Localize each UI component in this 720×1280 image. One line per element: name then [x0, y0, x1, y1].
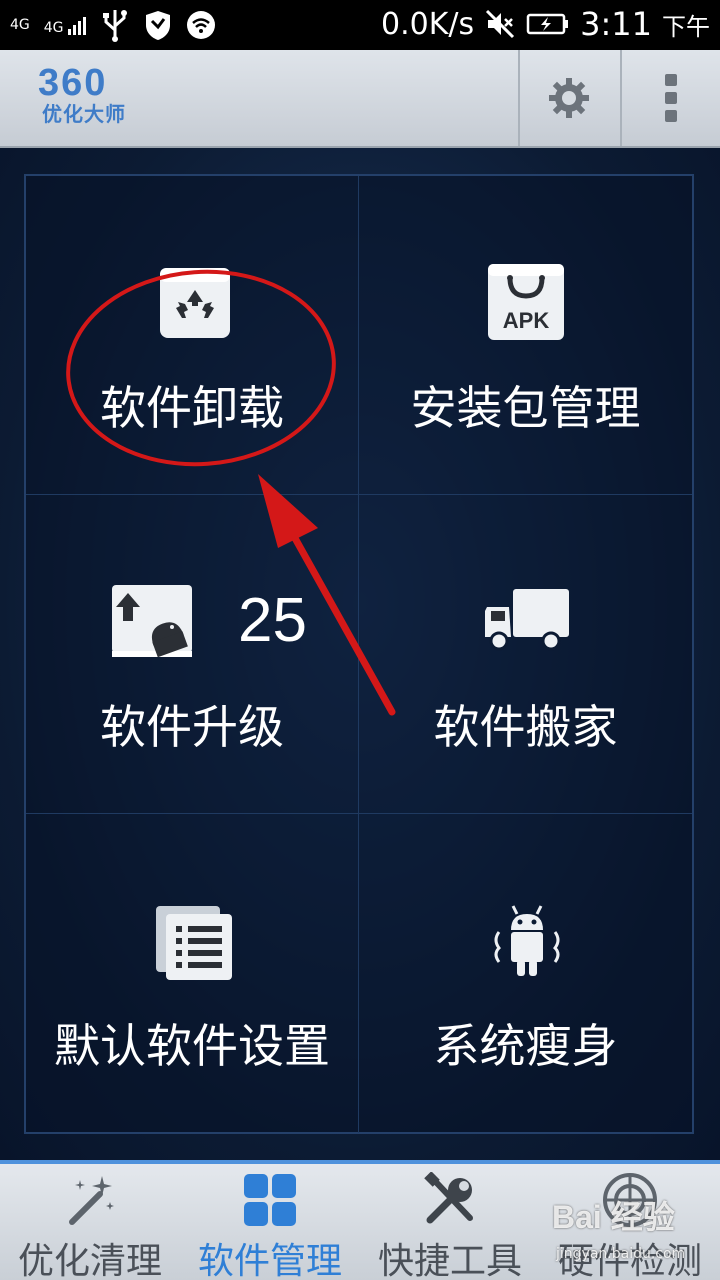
tile-label: 软件搬家	[433, 700, 618, 754]
nav-tab-app-manage[interactable]: 软件管理	[180, 1164, 360, 1280]
tile-uninstall[interactable]: 软件卸载	[26, 176, 359, 495]
network-type-label: 4G	[43, 20, 64, 36]
tile-default-apps[interactable]: 默认软件设置	[26, 814, 359, 1133]
nav-label: 软件管理	[197, 1241, 342, 1280]
signal-bars-icon	[67, 15, 86, 35]
nav-tab-quick-tools[interactable]: 快捷工具	[360, 1164, 540, 1280]
tile-upgrade[interactable]: 25 软件升级	[26, 495, 359, 814]
settings-icon	[549, 78, 589, 118]
nav-tab-optimize-clean[interactable]: 优化清理	[0, 1164, 180, 1280]
signal-4g-2: 4G	[44, 15, 86, 35]
clock-ampm: 下午	[662, 12, 710, 41]
update-count-badge: 25	[238, 586, 307, 655]
mute-icon	[486, 9, 515, 39]
moving-truck-icon	[485, 589, 569, 651]
tile-label: 软件升级	[100, 700, 284, 754]
tile-label: 安装包管理	[410, 381, 641, 435]
watermark: Bai 经验 jingyan.baidu.com	[548, 1192, 720, 1276]
shield-icon	[145, 11, 170, 40]
usb-icon	[102, 10, 127, 42]
watermark-url: jingyan.baidu.com	[556, 1246, 686, 1262]
grid-apps-icon	[244, 1174, 296, 1226]
tools-icon	[424, 1172, 473, 1224]
status-left: 4G 4G	[10, 8, 216, 42]
more-menu-icon	[665, 74, 677, 122]
main-content: 软件卸载 APK 安装包管理 25 软件升级 软件搬家 默认软件设置 系统瘦身	[0, 148, 720, 1160]
logo-text: 优化大师	[42, 102, 126, 126]
magic-wand-icon	[69, 1176, 114, 1225]
battery-icon	[526, 13, 569, 35]
more-menu-button[interactable]	[620, 50, 720, 146]
clock-time: 3:11	[580, 5, 652, 43]
app-header: 360 优化大师	[0, 50, 720, 148]
android-slim-icon	[494, 905, 560, 976]
default-list-icon	[156, 906, 232, 980]
nav-label: 快捷工具	[377, 1241, 522, 1280]
tile-label: 系统瘦身	[433, 1019, 618, 1073]
net-speed: 0.0K/s	[381, 6, 475, 42]
watermark-logo: Bai 经验	[552, 1199, 675, 1235]
signal-4g-1: 4G	[10, 18, 30, 32]
status-right: 0.0K/s 3:11 下午	[381, 5, 710, 43]
app-logo: 360 优化大师	[38, 64, 126, 126]
status-bar: 4G 4G 0.0K/s 3:11 下午	[0, 0, 720, 50]
feature-grid: 软件卸载 APK 安装包管理 25 软件升级 软件搬家 默认软件设置 系统瘦身	[24, 174, 694, 1134]
recycle-bin-icon	[160, 268, 230, 338]
network-type-label: 4G	[10, 17, 30, 33]
nav-label: 优化清理	[17, 1241, 162, 1280]
android-upgrade-icon	[112, 585, 192, 658]
tile-label: 默认软件设置	[54, 1019, 330, 1073]
tile-apk-manage[interactable]: APK 安装包管理	[359, 176, 692, 495]
wifi-icon	[186, 11, 215, 39]
settings-button[interactable]	[518, 50, 618, 146]
apk-package-icon: APK	[488, 264, 564, 340]
tile-move-apps[interactable]: 软件搬家	[359, 495, 692, 814]
tile-label: 软件卸载	[100, 381, 284, 435]
logo-number: 360	[38, 62, 108, 104]
tile-system-slim[interactable]: 系统瘦身	[359, 814, 692, 1133]
svg-text:APK: APK	[503, 308, 550, 333]
